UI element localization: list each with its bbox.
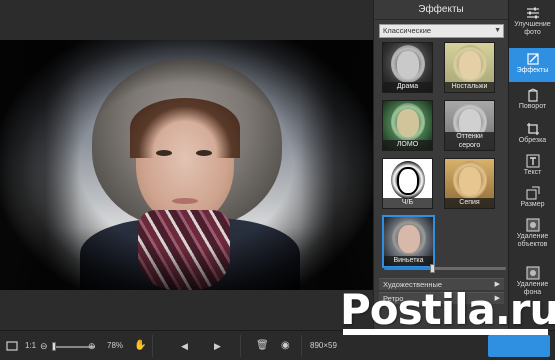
zoom-slider-handle[interactable]: [52, 342, 56, 351]
effects-panel: Эффекты Классические ▼ Драма Ностальжи Л…: [373, 0, 508, 330]
category-value: Классические: [383, 26, 432, 35]
chevron-down-icon: ▼: [494, 27, 501, 34]
sliders-icon: [526, 7, 539, 19]
image-size: 890×59: [310, 341, 337, 350]
zoom-out-icon[interactable]: ⊖: [40, 339, 48, 353]
photo-editor-window: Эффекты Классические ▼ Драма Ностальжи Л…: [0, 0, 555, 360]
tool-label: Улучшение фото: [514, 21, 551, 36]
tool-label: Поворот: [518, 103, 547, 110]
crop-icon: [526, 123, 539, 135]
intensity-slider-track[interactable]: [434, 267, 506, 270]
tool-label: Удаление объектов: [516, 233, 549, 248]
tool-enhance[interactable]: Улучшение фото: [509, 2, 555, 46]
watermark-logo: Postila.ru: [335, 285, 555, 360]
effect-thumb-sepia[interactable]: Сепия: [444, 158, 495, 209]
trash-icon[interactable]: 🗑: [256, 339, 269, 353]
zoom-in-icon[interactable]: ⊕: [88, 339, 96, 353]
panel-title: Эффекты: [374, 0, 508, 20]
watermark-underline: [343, 329, 548, 335]
next-arrow-icon[interactable]: ▶: [214, 339, 221, 353]
effects-icon: [526, 53, 539, 65]
intensity-slider-handle[interactable]: [429, 264, 435, 273]
effect-label: Оттенки серого: [445, 132, 494, 150]
background-icon: [526, 266, 539, 280]
fit-screen-icon[interactable]: [6, 340, 18, 352]
tool-label: Размер: [520, 201, 545, 208]
effect-thumb-lomo[interactable]: ЛОМО: [382, 100, 433, 151]
effect-thumb-nostalgia[interactable]: Ностальжи: [444, 42, 495, 93]
actual-size-button[interactable]: 1:1: [25, 339, 36, 353]
tool-label: Текст: [523, 169, 542, 176]
canvas-area: [0, 0, 373, 330]
eye-icon[interactable]: ◉: [281, 339, 290, 353]
rotate-icon: [527, 88, 538, 102]
effect-thumb-grayscale[interactable]: Оттенки серого: [444, 100, 495, 151]
hand-tool-icon[interactable]: ✋: [134, 339, 146, 353]
tool-label: Обрезка: [518, 137, 547, 144]
edited-photo[interactable]: [0, 40, 373, 290]
resize-icon: [526, 186, 539, 200]
watermark-text: Postila.ru: [340, 285, 555, 334]
tools-sidebar: Улучшение фото Эффекты Поворот Обрезка Т…: [508, 0, 555, 330]
effect-label: Драма: [383, 82, 432, 92]
tool-label: Эффекты: [516, 67, 549, 74]
tool-effects[interactable]: Эффекты: [509, 48, 555, 82]
tool-remove-objects[interactable]: Удаление объектов: [509, 214, 555, 258]
previous-arrow-icon[interactable]: ◀: [181, 339, 188, 353]
effect-label: Виньетка: [384, 256, 433, 266]
effect-thumb-bw[interactable]: Ч/Б: [382, 158, 433, 209]
effect-thumb-vignette[interactable]: Виньетка: [382, 215, 435, 268]
effect-label: Ч/Б: [383, 198, 432, 208]
zoom-percent: 78%: [107, 341, 124, 350]
text-icon: [526, 154, 539, 168]
intensity-slider-fill: [384, 267, 433, 270]
effect-label: Сепия: [445, 198, 494, 208]
effect-category-dropdown[interactable]: Классические ▼: [379, 24, 504, 38]
effect-thumb-drama[interactable]: Драма: [382, 42, 433, 93]
effect-label: ЛОМО: [383, 140, 432, 150]
eraser-icon: [526, 218, 539, 232]
effect-label: Ностальжи: [445, 82, 494, 92]
